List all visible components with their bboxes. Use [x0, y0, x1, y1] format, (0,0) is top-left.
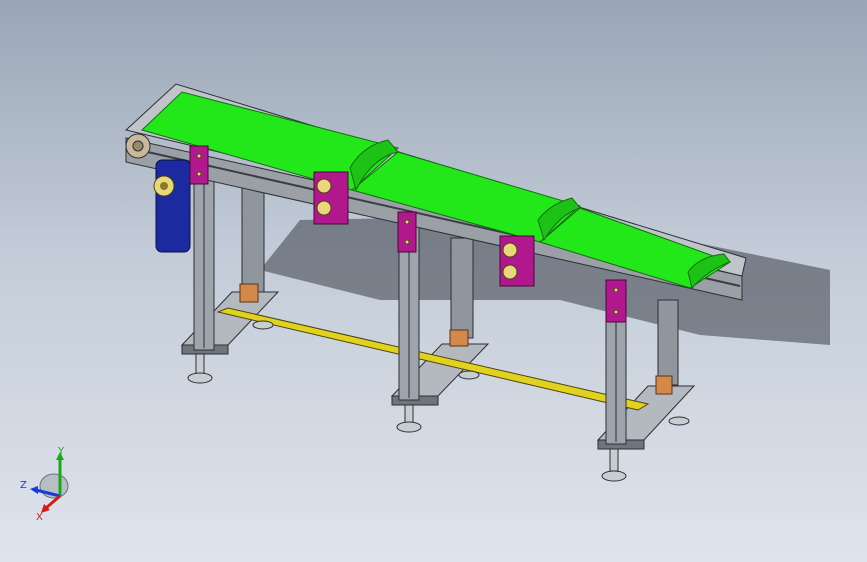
drive-motor — [153, 159, 191, 253]
head-pulley — [125, 133, 151, 159]
y-axis-label: Y — [57, 446, 65, 457]
axis-triad[interactable]: Y Z X — [14, 444, 84, 524]
cad-viewport[interactable]: Y Z X — [0, 0, 867, 562]
x-axis-label: X — [36, 512, 43, 523]
conveyor-model[interactable] — [0, 0, 867, 562]
z-axis-arrow — [30, 486, 38, 494]
z-axis-label: Z — [20, 480, 27, 491]
